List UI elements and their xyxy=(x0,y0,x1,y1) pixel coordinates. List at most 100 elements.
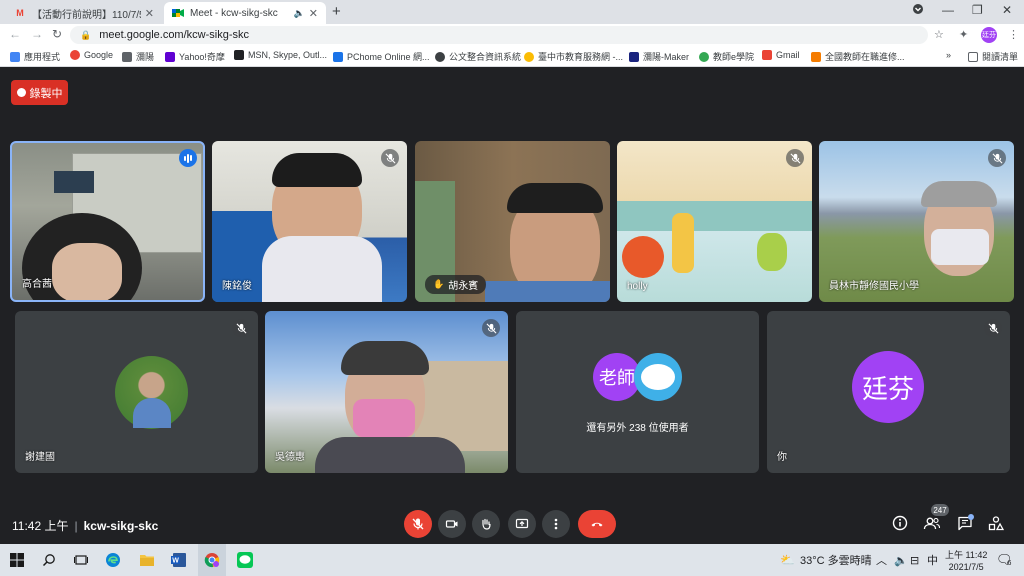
tray-overflow-button[interactable]: ︿ xyxy=(876,544,887,576)
close-icon[interactable]: ✕ xyxy=(309,7,318,20)
word-button[interactable]: W xyxy=(170,551,188,569)
close-window-button[interactable]: ✕ xyxy=(1002,3,1012,17)
bookmark-yahoo[interactable]: Yahoo!奇摩 xyxy=(165,50,225,63)
camera-toggle-button[interactable] xyxy=(438,510,466,538)
others-tile[interactable]: 老師 還有另外 238 位使用者 xyxy=(516,311,759,473)
people-count-badge: 247 xyxy=(931,504,949,516)
meet-stage: 錄製中 高合茜 陳銘俊 ✋ 胡永賓 holly 員林市靜修國民小學 謝建國 吳德… xyxy=(0,67,1024,544)
recording-indicator[interactable]: 錄製中 xyxy=(11,80,68,105)
bookmarks-bar: 應用程式 Google 瀰陽 Yahoo!奇摩 MSN, Skype, Outl… xyxy=(0,46,1024,67)
participant-name: 你 xyxy=(777,452,787,463)
word-icon: W xyxy=(171,553,186,567)
participant-tile[interactable]: 陳銘俊 xyxy=(212,141,407,302)
people-button[interactable] xyxy=(922,513,942,533)
participant-tile[interactable]: 員林市靜修國民小學 xyxy=(819,141,1014,302)
mic-off-icon xyxy=(232,319,250,337)
leave-call-button[interactable] xyxy=(578,510,616,538)
bookmark-google[interactable]: Google xyxy=(70,50,113,60)
bookmark-teacher-training[interactable]: 全國教師在職進修... xyxy=(811,50,905,63)
reading-list-button[interactable]: 閱讀清單 xyxy=(968,50,1018,63)
svg-text:W: W xyxy=(172,558,179,565)
task-view-button[interactable] xyxy=(72,551,90,569)
self-tile[interactable]: 廷芬 你 xyxy=(767,311,1010,473)
present-icon xyxy=(515,518,529,529)
bookmark-apps[interactable]: 應用程式 xyxy=(10,50,60,63)
tab-title: Meet - kcw-sikg-skc xyxy=(190,7,278,19)
ime-indicator[interactable]: 中 xyxy=(927,544,938,576)
menu-icon[interactable]: ⋮ xyxy=(1008,28,1019,41)
taskbar-clock[interactable]: 上午 11:42 2021/7/5 xyxy=(945,549,987,573)
bookmark-document-system[interactable]: 公文整合資訊系統 xyxy=(435,50,521,63)
participant-tile[interactable]: holly xyxy=(617,141,812,302)
mic-toggle-button[interactable] xyxy=(404,510,432,538)
self-avatar: 廷芬 xyxy=(852,351,924,423)
present-screen-button[interactable] xyxy=(508,510,536,538)
hang-up-icon xyxy=(591,522,603,527)
mic-off-icon xyxy=(412,518,424,530)
weather-widget[interactable]: ⛅ 33°C 多雲時晴 xyxy=(780,544,872,576)
maximize-button[interactable]: ❐ xyxy=(972,3,983,17)
avatar-shirt xyxy=(133,398,171,428)
forward-button[interactable]: → xyxy=(31,27,43,41)
volume-icon[interactable]: 🔈 xyxy=(894,544,908,576)
participant-name-pill: ✋ 胡永賓 xyxy=(425,275,487,294)
person-hair xyxy=(921,181,997,207)
bookmark-taichung-edu[interactable]: 臺中市教育服務網 -... xyxy=(524,50,623,63)
reload-button[interactable]: ↻ xyxy=(52,27,62,41)
network-icon[interactable]: ⊟ xyxy=(910,544,919,576)
bookmark-star-icon[interactable]: ☆ xyxy=(934,28,944,41)
new-tab-button[interactable]: + xyxy=(332,3,341,20)
folder-icon xyxy=(140,555,154,566)
back-button[interactable]: ← xyxy=(9,27,21,41)
edge-button[interactable] xyxy=(104,551,122,569)
tab-meet[interactable]: Meet - kcw-sikg-skc 🔈 ✕ xyxy=(164,2,326,24)
pencil-character xyxy=(672,213,694,273)
record-dot-icon xyxy=(16,88,26,97)
tab-strip: M 【活動行前說明】110/7/5『圖 ✕ Meet - kcw-sikg-sk… xyxy=(0,0,1024,24)
pchome-icon xyxy=(333,51,343,62)
meet-icon xyxy=(172,7,184,19)
minimize-button[interactable]: — xyxy=(942,3,954,17)
notification-center-button[interactable]: 🗨 6 xyxy=(996,544,1013,576)
search-button[interactable] xyxy=(40,551,58,569)
e-icon xyxy=(699,51,709,62)
participant-tile[interactable]: 謝建國 xyxy=(15,311,258,473)
tab-activity-briefing[interactable]: M 【活動行前說明】110/7/5『圖 ✕ xyxy=(6,2,162,24)
tab-search-icon[interactable] xyxy=(912,3,924,18)
bookmark-yangyang-maker[interactable]: 瀰陽-Maker xyxy=(629,50,689,63)
extensions-icon[interactable]: ✦ xyxy=(959,28,968,41)
taskbar-date: 2021/7/5 xyxy=(948,562,984,572)
meeting-details-button[interactable] xyxy=(890,513,910,533)
lock-icon: 🔒 xyxy=(80,29,92,40)
bookmark-teacher-academy[interactable]: 教師e學院 xyxy=(699,50,754,63)
gmail-icon xyxy=(762,50,772,60)
chrome-icon xyxy=(204,553,220,568)
file-explorer-button[interactable] xyxy=(138,551,156,569)
participant-tile[interactable]: ✋ 胡永賓 xyxy=(415,141,610,302)
meeting-info: 11:42 上午 | kcw-sikg-skc xyxy=(12,517,158,534)
notification-icon: 🗨 xyxy=(996,552,1013,567)
participant-tile[interactable]: 吳德惠 xyxy=(265,311,508,473)
more-options-button[interactable] xyxy=(542,510,570,538)
bookmark-yangyang[interactable]: 瀰陽 xyxy=(122,50,154,63)
taskbar-time: 上午 11:42 xyxy=(945,550,988,560)
raise-hand-button[interactable] xyxy=(472,510,500,538)
line-button[interactable] xyxy=(236,551,254,569)
bookmark-msn[interactable]: MSN, Skype, Outl... xyxy=(234,50,327,60)
bookmarks-overflow-button[interactable]: » xyxy=(946,50,951,60)
bookmark-gmail[interactable]: Gmail xyxy=(762,50,800,60)
address-bar[interactable]: 🔒 meet.google.com/kcw-sikg-skc xyxy=(70,26,928,44)
mic-off-icon xyxy=(482,319,500,337)
search-icon xyxy=(42,554,55,567)
participant-name: 陳銘俊 xyxy=(222,281,252,292)
start-button[interactable] xyxy=(8,551,26,569)
activities-button[interactable] xyxy=(986,513,1006,533)
close-icon[interactable]: ✕ xyxy=(145,7,154,20)
profile-avatar[interactable]: 廷芬 xyxy=(981,27,997,43)
classroom-desks-bg xyxy=(617,201,812,231)
bookmark-pchome[interactable]: PChome Online 網... xyxy=(333,50,430,63)
participant-tile[interactable]: 高合茜 xyxy=(10,141,205,302)
chrome-button[interactable] xyxy=(198,544,226,576)
participant-name: 謝建國 xyxy=(25,452,55,463)
speaker-icon[interactable]: 🔈 xyxy=(294,8,305,19)
